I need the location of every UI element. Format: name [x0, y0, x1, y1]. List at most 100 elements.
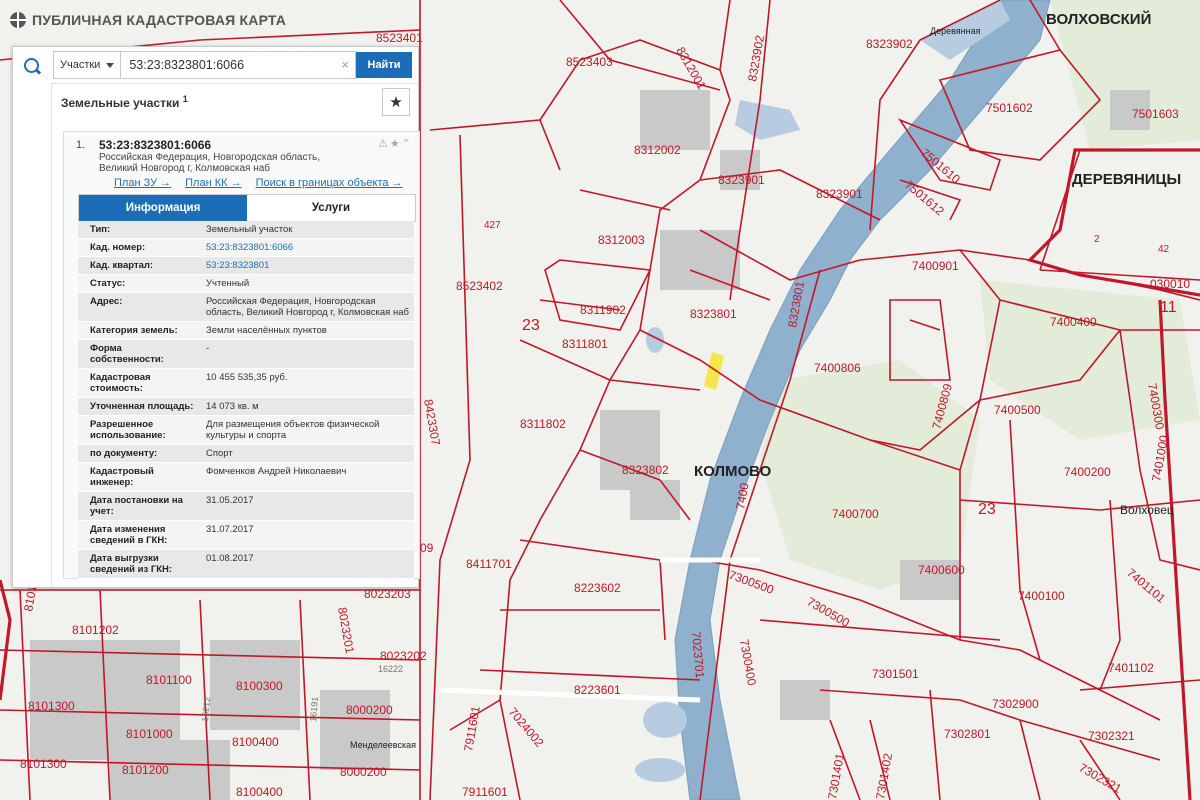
label-8323901a: 8323901 [718, 173, 765, 187]
collapse-icon[interactable]: ⌃ [402, 138, 413, 150]
label-8523402: 8523402 [456, 279, 503, 293]
info-row: Дата постановки на учет: 31.05.2017 [78, 492, 414, 521]
info-key: Кад. квартал: [90, 260, 154, 271]
info-key: Статус: [90, 278, 126, 289]
info-key: Уточненная площадь: [90, 401, 194, 412]
label-11: 11 [1160, 299, 1177, 316]
info-key: Дата постановки на учет: [90, 495, 183, 517]
map-derevyannaya: Деревянная [930, 26, 981, 36]
clear-icon[interactable]: × [341, 57, 349, 72]
label-8223602: 8223602 [574, 581, 621, 595]
info-key: Дата изменения сведений в ГКН: [90, 524, 168, 546]
results-count: 1 [182, 94, 188, 104]
label-23b: 23 [978, 501, 996, 518]
info-key: по документу: [90, 448, 158, 459]
parcel-address: Российская Федерация, Новгородская облас… [99, 152, 349, 174]
info-value: 31.07.2017 [206, 524, 254, 535]
info-value: Учтенный [206, 278, 250, 289]
results-header: Земельные участки 1 ★ [51, 83, 418, 118]
info-value[interactable]: 53:23:8323801:6066 [202, 239, 414, 256]
info-value: Земельный участок [206, 224, 293, 235]
label-8100300: 8100300 [236, 679, 283, 693]
info-value: Для размещения объектов физической культ… [206, 419, 380, 441]
info-row: Уточненная площадь: 14 073 кв. м [78, 398, 414, 416]
label-42: 42 [1158, 244, 1170, 255]
favorite-button[interactable]: ★ [382, 88, 410, 116]
place-derevyanitsy: ДЕРЕВЯНИЦЫ [1072, 171, 1181, 188]
label-7400700: 7400700 [832, 507, 879, 521]
info-row: Дата выгрузки сведений из ГКН: 01.08.2017 [78, 550, 414, 579]
info-value: Фомченков Андрей Николаевич [206, 466, 347, 477]
info-row: Категория земель: Земли населённых пункто… [78, 322, 414, 340]
search-scope-select[interactable]: Участки [53, 51, 122, 79]
globe-icon [10, 12, 26, 28]
info-value[interactable]: 53:23:8323801 [202, 257, 414, 274]
search-in-bounds-link[interactable]: Поиск в границах объекта → [256, 177, 403, 189]
label-8223601: 8223601 [574, 683, 621, 697]
label-2: 2 [1094, 234, 1100, 245]
info-row: Адрес: Российская Федерация, Новгородская… [78, 293, 414, 322]
info-value: - [206, 343, 210, 354]
info-key: Дата выгрузки сведений из ГКН: [90, 553, 173, 575]
info-key: Тип: [90, 224, 111, 235]
label-7400901: 7400901 [912, 259, 959, 273]
info-row: Форма собственности: - [78, 340, 414, 369]
label-8101300: 8101300 [28, 699, 75, 713]
label-7400400: 7400400 [1050, 315, 1097, 329]
label-8101300b: 8101300 [20, 757, 67, 771]
card-tools: ⚠★⌃ [378, 137, 413, 150]
search-query-text: 53:23:8323801:6066 [129, 58, 245, 72]
label-8101100: 8101100 [146, 673, 192, 687]
results-title-text: Земельные участки [61, 96, 180, 110]
label-8523401: 8523401 [376, 31, 423, 45]
info-row: Дата изменения сведений в ГКН: 31.07.2017 [78, 521, 414, 550]
info-row: Кадастровый инженер: Фомченков Андрей Ник… [78, 463, 414, 492]
card-links: План ЗУ → План КК → Поиск в границах объ… [114, 177, 403, 189]
info-row: Тип: Земельный участок [78, 221, 414, 239]
label-8311902: 8311902 [580, 303, 626, 317]
chevron-down-icon [106, 62, 115, 68]
find-button[interactable]: Найти [356, 52, 412, 78]
place-volkhovsky: ВОЛХОВСКИЙ [1046, 10, 1151, 28]
label-8323802: 8323802 [622, 463, 669, 477]
label-8100400: 8100400 [232, 735, 279, 749]
info-key: Адрес: [90, 296, 123, 307]
results-title: Земельные участки 1 [61, 94, 188, 110]
info-value: Земли населённых пунктов [206, 325, 327, 336]
info-value: 14 073 кв. м [206, 401, 259, 412]
star-icon[interactable]: ★ [390, 138, 402, 150]
search-scope-label: Участки [60, 59, 101, 71]
info-value: Российская Федерация, Новгородская облас… [206, 296, 409, 318]
label-7911601b: 7911601 [462, 785, 508, 799]
label-8023202: 8023202 [380, 649, 427, 663]
info-key: Кадастровая стоимость: [90, 372, 151, 394]
info-key: Форма собственности: [90, 343, 164, 365]
parcel-number[interactable]: 53:23:8323801:6066 [99, 138, 211, 152]
parcel-card: 1. 53:23:8323801:6066 Российская Федерац… [63, 131, 420, 579]
place-kolmovo: КОЛМОВО [694, 463, 772, 480]
info-row: Разрешенное использование: Для размещения… [78, 416, 414, 445]
label-7301501: 7301501 [872, 667, 919, 681]
info-value: Спорт [206, 448, 233, 459]
label-7302321: 7302321 [1088, 729, 1135, 743]
info-key: Кад. номер: [90, 242, 146, 253]
label-8323801: 8323801 [690, 307, 737, 321]
parcel-address-line2: Великий Новгород г, Колмовская наб [99, 163, 271, 174]
label-7302801: 7302801 [944, 727, 991, 741]
warning-icon[interactable]: ⚠ [378, 138, 390, 150]
label-8101202: 8101202 [72, 623, 119, 637]
plan-zu-link[interactable]: План ЗУ → [114, 177, 171, 189]
search-input[interactable]: 53:23:8323801:6066 × [121, 51, 356, 79]
road-16222: 16222 [378, 664, 403, 674]
label-8311802: 8311802 [520, 417, 566, 431]
search-toggle-button[interactable] [13, 47, 49, 83]
label-8100400b: 8100400 [236, 785, 283, 799]
tab-services[interactable]: Услуги [247, 195, 415, 221]
plan-kk-link[interactable]: План КК → [185, 177, 241, 189]
info-value: 10 455 535,35 руб. [206, 372, 288, 383]
label-8023203: 8023203 [364, 587, 411, 601]
tab-information[interactable]: Информация [79, 195, 247, 221]
label-7400806: 7400806 [814, 361, 861, 375]
info-row: Статус: Учтенный [78, 275, 414, 293]
label-7302900: 7302900 [992, 697, 1039, 711]
